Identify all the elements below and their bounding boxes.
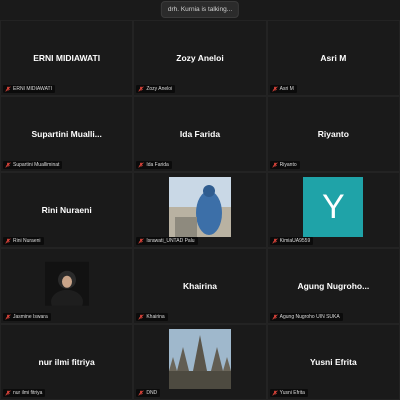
participant-name-tag: Agung Nugroho UIN SUKA <box>269 313 343 321</box>
video-frame-image <box>44 261 89 306</box>
mic-muted-icon <box>5 86 11 92</box>
participant-name-tag-text: Riyanto <box>279 162 297 168</box>
mic-muted-icon <box>5 162 11 168</box>
participant-tile[interactable]: DND <box>133 324 267 400</box>
mic-muted-icon <box>138 162 144 168</box>
participant-name-tag-text: nur ilmi fitriya <box>13 390 43 396</box>
participant-name-tag-text: Asri M <box>279 86 294 92</box>
participant-name-tag: nur ilmi fitriya <box>3 389 46 397</box>
participant-name-tag-text: DND <box>146 390 158 396</box>
participant-name-tag-text: Jasmine Iswara <box>13 314 48 320</box>
participant-display-name: Khairina <box>182 281 217 291</box>
avatar: Y <box>303 177 364 237</box>
participant-tile[interactable]: nur ilmi fitriya nur ilmi fitriya <box>0 324 134 400</box>
participant-tile[interactable]: Jasmine Iswara <box>0 248 134 324</box>
participant-name-tag: Khairina <box>136 313 168 321</box>
participant-tile[interactable]: Supartini Mualli... Supartini Muallimina… <box>0 96 134 172</box>
participant-tile[interactable]: Israwati_UNTAD Palu <box>133 172 267 248</box>
participant-display-name: Yusni Efrita <box>309 357 357 367</box>
video-frame-image <box>168 177 231 237</box>
participant-name-tag: Israwati_UNTAD Palu <box>136 237 198 245</box>
participant-name-tag: DND <box>136 389 161 397</box>
mic-muted-icon <box>138 314 144 320</box>
participant-name-tag: Asri M <box>269 85 297 93</box>
mic-muted-icon <box>272 314 278 320</box>
participant-name-tag: Riyanto <box>269 161 300 169</box>
participant-name-tag-text: Rini Nuraeni <box>13 238 41 244</box>
mic-muted-icon <box>5 314 11 320</box>
participant-name-tag-text: ERNI MIDIAWATI <box>13 86 52 92</box>
participant-name-tag: Zozy Aneloi <box>136 85 176 93</box>
mic-muted-icon <box>272 390 278 396</box>
participant-name-tag-text: Khairina <box>146 314 165 320</box>
mic-muted-icon <box>138 86 144 92</box>
participant-name-tag-text: KimiaUA9559 <box>279 238 311 244</box>
participant-name-tag: KimiaUA9559 <box>269 237 314 245</box>
participant-name-tag-text: Israwati_UNTAD Palu <box>146 238 195 244</box>
participant-display-name: Riyanto <box>317 129 349 139</box>
participant-name-tag-text: Yusni Efrita <box>279 390 305 396</box>
participant-name-tag-text: Ida Farida <box>146 162 169 168</box>
mic-muted-icon <box>5 390 11 396</box>
participant-tile[interactable]: Agung Nugroho... Agung Nugroho UIN SUKA <box>266 248 400 324</box>
mic-muted-icon <box>272 86 278 92</box>
participant-video <box>168 329 231 389</box>
mic-muted-icon <box>138 238 144 244</box>
participant-name-tag-text: Zozy Aneloi <box>146 86 173 92</box>
participant-name-tag: Supartini Mualliminat <box>3 161 63 169</box>
participant-display-name: nur ilmi fitriya <box>38 357 95 367</box>
participant-tile[interactable]: Khairina Khairina <box>133 248 267 324</box>
participant-tile[interactable]: Riyanto Riyanto <box>266 96 400 172</box>
participant-video <box>44 261 89 306</box>
participant-name-tag: Jasmine Iswara <box>3 313 51 321</box>
participant-display-name: Asri M <box>320 53 347 63</box>
mic-muted-icon <box>272 162 278 168</box>
participant-grid: ERNI MIDIAWATI ERNI MIDIAWATI Zozy Anelo… <box>0 20 400 400</box>
participant-name-tag: Ida Farida <box>136 161 172 169</box>
participant-name-tag-text: Agung Nugroho UIN SUKA <box>279 314 340 320</box>
participant-display-name: Agung Nugroho... <box>297 281 370 291</box>
participant-display-name: Ida Farida <box>179 129 221 139</box>
participant-tile[interactable]: ERNI MIDIAWATI ERNI MIDIAWATI <box>0 20 134 96</box>
participant-display-name: Rini Nuraeni <box>41 205 92 215</box>
participant-tile[interactable]: Zozy Aneloi Zozy Aneloi <box>133 20 267 96</box>
mic-muted-icon <box>272 238 278 244</box>
participant-tile[interactable]: Rini Nuraeni Rini Nuraeni <box>0 172 134 248</box>
participant-tile[interactable]: Y KimiaUA9559 <box>266 172 400 248</box>
participant-video <box>168 177 231 237</box>
participant-tile[interactable]: Yusni Efrita Yusni Efrita <box>266 324 400 400</box>
participant-name-tag: ERNI MIDIAWATI <box>3 85 55 93</box>
speaker-banner: drh. Kurnia is talking... <box>160 1 240 18</box>
participant-name-tag-text: Supartini Mualliminat <box>13 162 60 168</box>
participant-display-name: Zozy Aneloi <box>176 53 224 63</box>
participant-name-tag: Rini Nuraeni <box>3 237 44 245</box>
participant-tile[interactable]: Asri M Asri M <box>266 20 400 96</box>
mic-muted-icon <box>5 238 11 244</box>
participant-display-name: Supartini Mualli... <box>31 129 102 139</box>
participant-tile[interactable]: Ida Farida Ida Farida <box>133 96 267 172</box>
mic-muted-icon <box>138 390 144 396</box>
participant-name-tag: Yusni Efrita <box>269 389 308 397</box>
video-frame-image <box>168 329 231 389</box>
participant-display-name: ERNI MIDIAWATI <box>33 53 101 63</box>
